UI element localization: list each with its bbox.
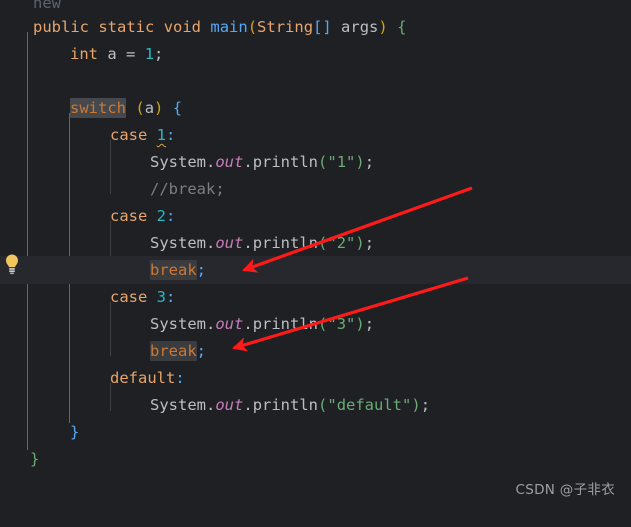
open-paren: ( xyxy=(247,18,258,36)
println-paren-2: ( xyxy=(318,234,328,252)
class-system-default: System xyxy=(150,396,206,414)
keyword-break-case3: break xyxy=(150,341,197,361)
println-close-paren-2: ) xyxy=(355,234,365,252)
method-println-2: println xyxy=(252,234,319,252)
field-out-default: out xyxy=(215,396,244,414)
literal-one: 1 xyxy=(144,45,155,63)
code-line-break-3[interactable]: break; xyxy=(0,338,631,365)
println-close-paren-3: ) xyxy=(355,315,365,333)
intention-lightbulb-icon[interactable] xyxy=(3,253,21,275)
case-colon-3: : xyxy=(166,288,176,306)
close-brace-method: } xyxy=(30,450,40,468)
code-line-case-3[interactable]: case 3: xyxy=(0,284,631,311)
field-out-1: out xyxy=(215,153,244,171)
close-brace-switch: } xyxy=(70,423,80,441)
keyword-void: void xyxy=(163,18,202,36)
keyword-default: default xyxy=(110,369,176,387)
keyword-case-3: case xyxy=(110,288,148,306)
string-arg-3: "3" xyxy=(327,315,356,333)
keyword-case-1: case xyxy=(110,126,148,144)
case-colon-1: : xyxy=(166,126,176,144)
code-line-println-1[interactable]: System.out.println("1"); xyxy=(0,149,631,176)
string-arg-default: "default" xyxy=(327,396,412,414)
keyword-static: static xyxy=(98,18,155,36)
println-paren-1: ( xyxy=(318,153,328,171)
field-out-3: out xyxy=(215,315,244,333)
method-println-default: println xyxy=(252,396,319,414)
clipped-top-text: new xyxy=(33,0,61,12)
code-line-println-2[interactable]: System.out.println("2"); xyxy=(0,230,631,257)
class-system-3: System xyxy=(150,315,206,333)
code-line-blank[interactable] xyxy=(0,68,631,95)
default-colon: : xyxy=(175,369,185,387)
switch-close-paren: ) xyxy=(154,99,164,117)
keyword-public: public xyxy=(33,18,89,36)
variable-a: a xyxy=(107,45,117,63)
break-semicolon-3: ; xyxy=(196,342,207,360)
code-line-break-2[interactable]: break; xyxy=(0,257,631,284)
code-line-println-3[interactable]: System.out.println("3"); xyxy=(0,311,631,338)
code-line-int-a[interactable]: int a = 1; xyxy=(0,41,631,68)
array-brackets: [] xyxy=(313,18,332,36)
code-line-comment-break[interactable]: //break; xyxy=(0,176,631,203)
method-println-1: println xyxy=(252,153,319,171)
println-close-paren-1: ) xyxy=(355,153,365,171)
string-arg-2: "2" xyxy=(327,234,356,252)
class-system-2: System xyxy=(150,234,206,252)
case-value-3: 3 xyxy=(156,288,167,306)
field-out-2: out xyxy=(215,234,244,252)
code-line-case-1[interactable]: case 1: xyxy=(0,122,631,149)
type-string: String xyxy=(257,18,314,36)
println-close-paren-default: ) xyxy=(411,396,421,414)
method-name-main: main xyxy=(210,18,248,36)
open-brace-switch: { xyxy=(172,99,183,117)
keyword-case-2: case xyxy=(110,207,148,225)
class-system-1: System xyxy=(150,153,206,171)
param-args: args xyxy=(341,18,379,36)
code-line-main-signature[interactable]: public static void main(String[] args) { xyxy=(0,14,631,41)
switch-open-paren: ( xyxy=(135,99,145,117)
keyword-break-case2: break xyxy=(150,260,197,280)
code-line-close-method[interactable]: } xyxy=(0,446,631,473)
string-arg-1: "1" xyxy=(327,153,356,171)
println-paren-default: ( xyxy=(318,396,328,414)
break-semicolon-2: ; xyxy=(196,261,207,279)
keyword-switch: switch xyxy=(70,98,126,118)
code-line-switch[interactable]: switch (a) { xyxy=(0,95,631,122)
code-editor[interactable]: new public static void main(String[] arg… xyxy=(0,0,631,515)
case-value-1-warning: 1 xyxy=(156,126,167,144)
keyword-int: int xyxy=(70,45,98,63)
csdn-watermark: CSDN @子非衣 xyxy=(515,482,615,498)
code-line-close-switch[interactable]: } xyxy=(0,419,631,446)
close-paren: ) xyxy=(378,18,388,36)
open-brace-method: { xyxy=(397,18,407,36)
case-colon-2: : xyxy=(166,207,176,225)
case-value-2: 2 xyxy=(156,207,167,225)
code-line-case-2[interactable]: case 2: xyxy=(0,203,631,230)
comment-break: //break; xyxy=(150,180,225,198)
println-paren-3: ( xyxy=(318,315,328,333)
code-line-println-default[interactable]: System.out.println("default"); xyxy=(0,392,631,419)
code-line-default[interactable]: default: xyxy=(0,365,631,392)
method-println-3: println xyxy=(252,315,319,333)
switch-subject-a: a xyxy=(144,99,155,117)
